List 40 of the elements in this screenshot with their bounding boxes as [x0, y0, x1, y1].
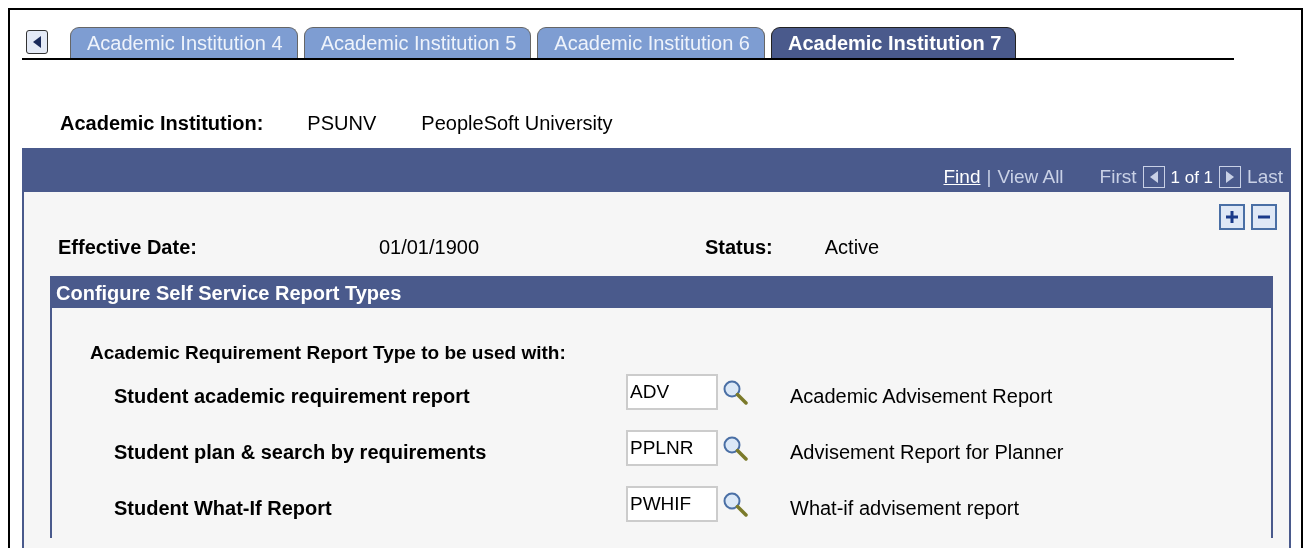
scroll-left-button[interactable]	[26, 30, 48, 54]
search-icon[interactable]	[722, 435, 748, 461]
tab[interactable]: Academic Institution 5	[303, 27, 532, 58]
last-link[interactable]: Last	[1247, 166, 1283, 188]
report-description: What-if advisement report	[790, 495, 1020, 520]
institution-code: PSUNV	[307, 111, 378, 135]
field-value: 01/01/1900	[378, 235, 481, 259]
search-icon[interactable]	[722, 379, 748, 405]
report-type-field[interactable]: ADV	[626, 374, 718, 410]
first-link[interactable]: First	[1099, 166, 1137, 188]
remove-button[interactable]	[1251, 204, 1277, 230]
left-arrow-icon	[1149, 171, 1158, 183]
report-type-field[interactable]: PWHIF	[626, 486, 718, 522]
next-button[interactable]	[1219, 166, 1242, 188]
tab[interactable]: Academic Institution 4	[70, 27, 298, 58]
separator-text: |	[986, 166, 992, 188]
search-icon[interactable]	[722, 491, 748, 517]
left-arrow-icon	[33, 36, 41, 48]
report-description: Academic Advisement Report	[790, 383, 1054, 408]
right-arrow-icon	[1226, 171, 1235, 183]
view-all-link[interactable]: View All	[997, 166, 1064, 188]
tab[interactable]: Academic Institution 6	[537, 27, 765, 58]
previous-button[interactable]	[1142, 166, 1165, 188]
report-type-field[interactable]: PPLNR	[626, 430, 718, 466]
field-label: Student academic requirement report	[114, 383, 471, 408]
report-description: Advisement Report for Planner	[790, 439, 1065, 464]
find-link[interactable]: Find	[943, 166, 981, 188]
plus-icon	[1225, 210, 1239, 224]
section-intro: Academic Requirement Report Type to be used with:	[90, 342, 567, 364]
field-value: Active	[824, 235, 880, 259]
field-label: Student What-If Report	[114, 495, 333, 520]
add-button[interactable]	[1219, 204, 1245, 230]
field-label: Student plan & search by requirements	[114, 439, 488, 464]
record-count: 1 of 1	[1170, 168, 1214, 188]
field-label: Academic Institution:	[60, 111, 264, 135]
field-label: Effective Date:	[58, 235, 197, 259]
tab[interactable]: Academic Institution 7	[770, 27, 1017, 58]
field-label: Status:	[704, 235, 773, 259]
section-title: Configure Self Service Report Types	[52, 278, 1271, 308]
institution-name: PeopleSoft University	[421, 111, 613, 135]
